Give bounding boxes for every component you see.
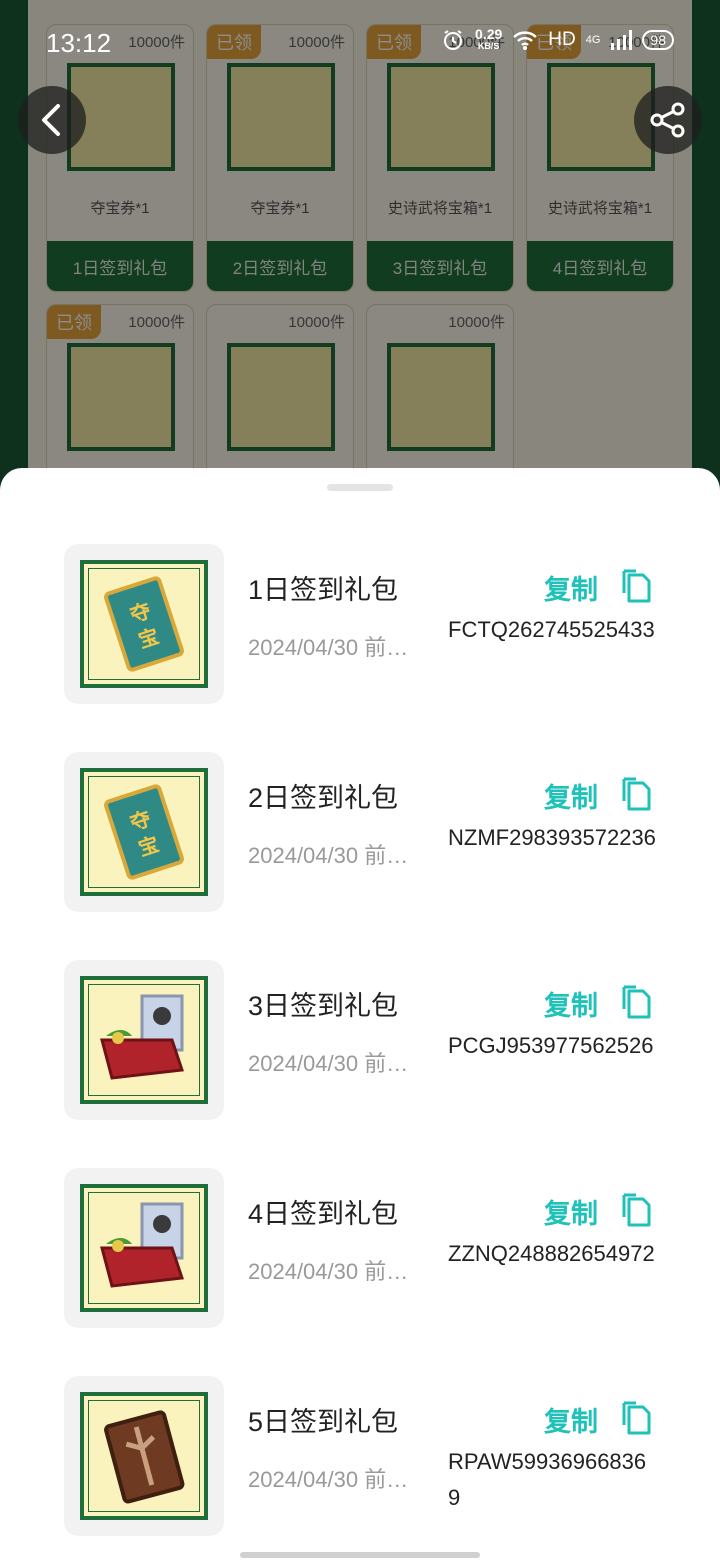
- gift-image: [64, 1376, 224, 1536]
- copy-icon[interactable]: [620, 1192, 652, 1228]
- alarm-icon: [444, 30, 463, 50]
- status-icons: 0.29 KB/S HD 4G 98: [441, 26, 674, 52]
- svg-text:宝: 宝: [135, 832, 161, 861]
- copy-button[interactable]: 复制: [544, 1400, 598, 1439]
- svg-text:夺: 夺: [126, 598, 154, 628]
- chevron-left-icon: [42, 104, 60, 136]
- copy-icon[interactable]: [620, 1400, 652, 1436]
- svg-text:宝: 宝: [135, 624, 161, 653]
- gift-code: ZZNQ248882654972: [448, 1241, 655, 1266]
- gift-title: 3日签到礼包: [248, 991, 399, 1021]
- gift-image: 夺宝: [64, 752, 224, 912]
- home-indicator[interactable]: [240, 1552, 480, 1558]
- copy-button[interactable]: 复制: [544, 1192, 598, 1231]
- gift-image: 夺宝: [64, 544, 224, 704]
- wifi-icon: [513, 31, 538, 50]
- gift-title: 1日签到礼包: [248, 575, 399, 605]
- copy-button[interactable]: 复制: [544, 568, 598, 607]
- share-icon: [650, 102, 685, 138]
- gift-code: PCGJ953977562526: [448, 1033, 654, 1058]
- gift-row: 夺宝 1日签到礼包 2024/04/30 前… 复制 FCTQ262745525…: [64, 544, 664, 704]
- gift-expiry: 2024/04/30 前…: [248, 1467, 409, 1492]
- ticket-icon: 夺宝: [80, 560, 208, 688]
- gift-image: [64, 1168, 224, 1328]
- gift-code-sheet: 夺宝 1日签到礼包 2024/04/30 前… 复制 FCTQ262745525…: [0, 468, 720, 1560]
- gift-row: 3日签到礼包 2024/04/30 前… 复制 PCGJ953977562526: [64, 960, 664, 1120]
- copy-icon[interactable]: [620, 984, 652, 1020]
- copy-icon[interactable]: [620, 568, 652, 604]
- chest-icon: [80, 1184, 208, 1312]
- gift-code: RPAW599369668369: [448, 1449, 647, 1510]
- copy-button[interactable]: 复制: [544, 776, 598, 815]
- gift-expiry: 2024/04/30 前…: [248, 843, 409, 868]
- gift-image: [64, 960, 224, 1120]
- sheet-drag-handle[interactable]: [327, 484, 393, 491]
- ticket-icon: 夺宝: [80, 768, 208, 896]
- book-icon: [80, 1392, 208, 1520]
- share-button[interactable]: [634, 86, 702, 154]
- status-time: 13:12: [46, 28, 112, 58]
- gift-row: 夺宝 2日签到礼包 2024/04/30 前… 复制 NZMF298393572…: [64, 752, 664, 912]
- gift-title: 4日签到礼包: [248, 1199, 399, 1229]
- gift-expiry: 2024/04/30 前…: [248, 1259, 409, 1284]
- gift-code: NZMF298393572236: [448, 825, 656, 850]
- gift-row: 5日签到礼包 2024/04/30 前… 复制 RPAW599369668369: [64, 1376, 664, 1536]
- gift-row: 4日签到礼包 2024/04/30 前… 复制 ZZNQ248882654972: [64, 1168, 664, 1328]
- signal-icon: [611, 30, 633, 50]
- gift-expiry: 2024/04/30 前…: [248, 1051, 409, 1076]
- gift-title: 2日签到礼包: [248, 783, 399, 813]
- network-speed: 0.29 KB/S: [475, 26, 503, 51]
- network-type: 4G: [585, 34, 601, 46]
- back-button[interactable]: [18, 86, 86, 154]
- copy-icon[interactable]: [620, 776, 652, 812]
- hd-indicator: HD: [548, 29, 576, 50]
- chest-icon: [80, 976, 208, 1104]
- status-bar: 13:12 0.29 KB/S HD 4G 98: [0, 0, 720, 86]
- gift-expiry: 2024/04/30 前…: [248, 635, 409, 660]
- svg-text:夺: 夺: [126, 806, 154, 836]
- battery-indicator: 98: [642, 30, 674, 50]
- gift-title: 5日签到礼包: [248, 1407, 399, 1437]
- gift-code: FCTQ262745525433: [448, 617, 655, 642]
- copy-button[interactable]: 复制: [544, 984, 598, 1023]
